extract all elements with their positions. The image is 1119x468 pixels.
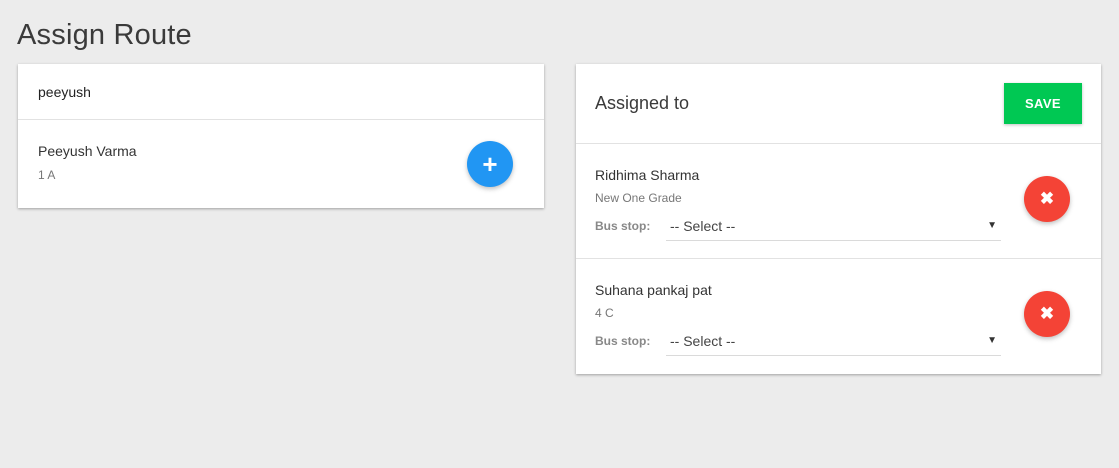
bus-stop-row: Bus stop: -- Select -- ▼ bbox=[595, 326, 1101, 356]
assigned-header: Assigned to SAVE bbox=[576, 64, 1101, 144]
bus-stop-select[interactable]: -- Select -- ▼ bbox=[666, 326, 1001, 356]
search-input[interactable] bbox=[38, 83, 478, 100]
list-item: Peeyush Varma 1 A + bbox=[18, 120, 544, 208]
assigned-card: Assigned to SAVE Ridhima Sharma New One … bbox=[576, 64, 1101, 374]
close-icon: ✖ bbox=[1039, 189, 1055, 208]
list-item: Ridhima Sharma New One Grade Bus stop: -… bbox=[576, 144, 1101, 259]
bus-stop-select-value: -- Select -- bbox=[670, 332, 736, 349]
student-name: Suhana pankaj pat bbox=[595, 282, 712, 298]
bus-stop-select[interactable]: -- Select -- ▼ bbox=[666, 211, 1001, 241]
search-row bbox=[18, 64, 544, 120]
search-card: Peeyush Varma 1 A + bbox=[18, 64, 544, 208]
remove-student-button[interactable]: ✖ bbox=[1024, 291, 1070, 337]
bus-stop-label: Bus stop: bbox=[595, 219, 651, 233]
add-student-button[interactable]: + bbox=[467, 141, 513, 187]
remove-student-button[interactable]: ✖ bbox=[1024, 176, 1070, 222]
caret-down-icon: ▼ bbox=[987, 335, 997, 346]
list-item: Suhana pankaj pat 4 C Bus stop: -- Selec… bbox=[576, 259, 1101, 374]
bus-stop-select-value: -- Select -- bbox=[670, 217, 736, 234]
bus-stop-label: Bus stop: bbox=[595, 334, 651, 348]
page-title: Assign Route bbox=[17, 19, 192, 51]
assigned-title: Assigned to bbox=[595, 93, 690, 113]
save-button[interactable]: SAVE bbox=[1004, 83, 1082, 124]
plus-icon: + bbox=[482, 149, 498, 179]
student-name: Ridhima Sharma bbox=[595, 167, 700, 183]
caret-down-icon: ▼ bbox=[987, 220, 997, 231]
bus-stop-row: Bus stop: -- Select -- ▼ bbox=[595, 211, 1101, 241]
close-icon: ✖ bbox=[1039, 304, 1055, 323]
